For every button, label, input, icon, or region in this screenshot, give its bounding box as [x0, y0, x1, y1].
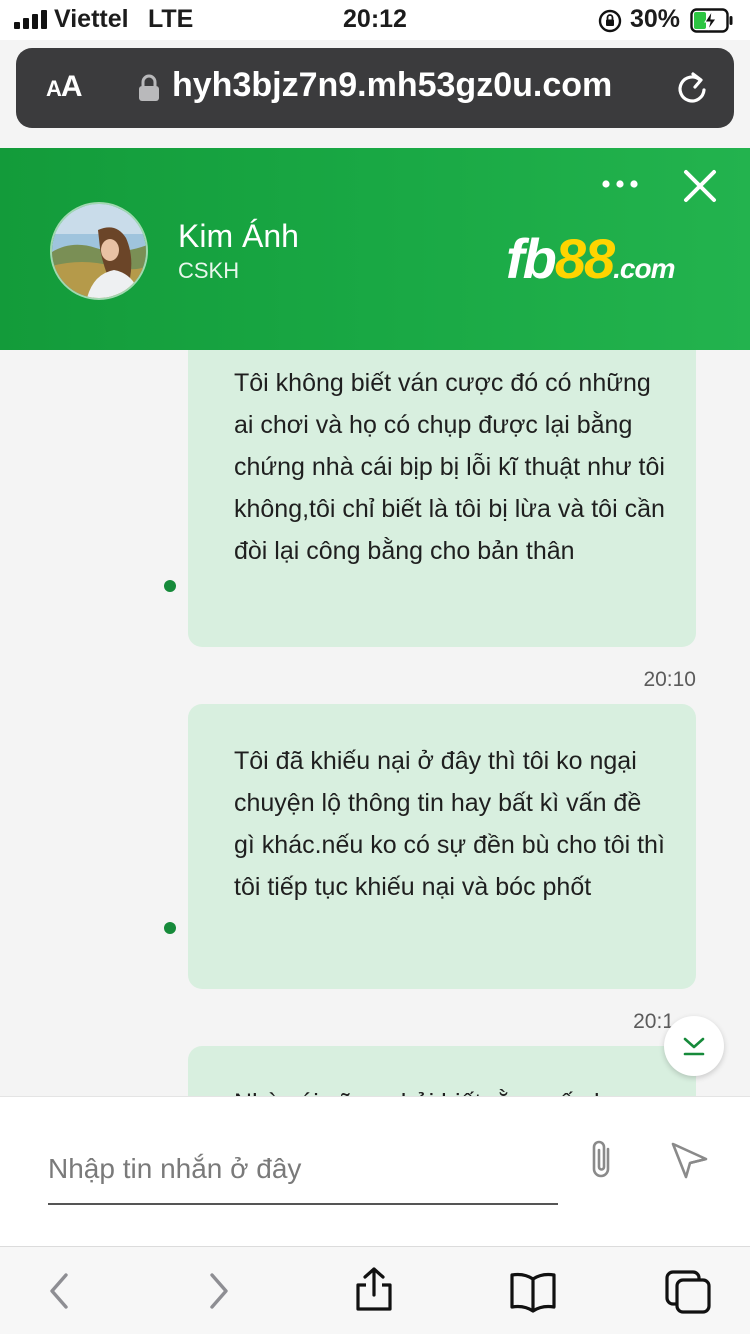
message-bubble: Tôi đã khiếu nại ở đây thì tôi ko ngại c…	[188, 704, 696, 989]
message-text: Tôi đã khiếu nại ở đây thì tôi ko ngại c…	[234, 747, 665, 901]
message-bubble: Tôi không biết ván cược đó có những ai c…	[188, 350, 696, 647]
chat-header: Kim Ánh CSKH fb88.com	[0, 148, 750, 350]
message-bubble: Nhà cái cũng phải biết rằng nếu ko	[188, 1046, 696, 1096]
tabs-icon[interactable]	[664, 1269, 712, 1315]
message-input[interactable]	[48, 1135, 558, 1205]
send-icon[interactable]	[668, 1139, 710, 1181]
brand-logo: fb88.com	[506, 227, 676, 290]
url-text[interactable]: hyh3bjz7n9.mh53gz0u.com	[172, 66, 612, 105]
avatar	[50, 202, 148, 300]
scroll-down-button[interactable]	[664, 1016, 724, 1076]
message-list[interactable]: Tôi không biết ván cược đó có những ai c…	[0, 350, 750, 1096]
message-text: Tôi không biết ván cược đó có những ai c…	[234, 369, 665, 565]
close-icon[interactable]	[680, 166, 720, 206]
reload-icon[interactable]	[674, 68, 710, 108]
more-icon[interactable]	[598, 172, 642, 196]
message-text: Nhà cái cũng phải biết rằng nếu ko	[234, 1082, 666, 1096]
text-size-button[interactable]: AA	[46, 70, 83, 104]
message-time: 20:10	[643, 668, 696, 691]
message-status-dot	[164, 922, 176, 934]
chevron-down-icon	[683, 1037, 705, 1056]
battery-icon	[690, 8, 733, 33]
paperclip-icon[interactable]	[584, 1137, 618, 1183]
share-icon[interactable]	[352, 1265, 396, 1313]
browser-toolbar	[0, 1246, 750, 1334]
back-icon[interactable]	[38, 1269, 82, 1313]
battery-percent: 30%	[630, 5, 681, 33]
message-composer	[0, 1096, 750, 1246]
message-status-dot	[164, 580, 176, 592]
status-bar: Viettel LTE 20:12 30%	[0, 0, 750, 40]
orientation-lock-icon	[598, 9, 622, 33]
lock-icon	[139, 74, 159, 101]
forward-icon[interactable]	[196, 1269, 240, 1313]
agent-name: Kim Ánh	[178, 218, 299, 254]
address-bar[interactable]: AA hyh3bjz7n9.mh53gz0u.com	[16, 48, 734, 128]
bookmarks-icon[interactable]	[508, 1269, 558, 1313]
agent-role: CSKH	[178, 258, 240, 283]
